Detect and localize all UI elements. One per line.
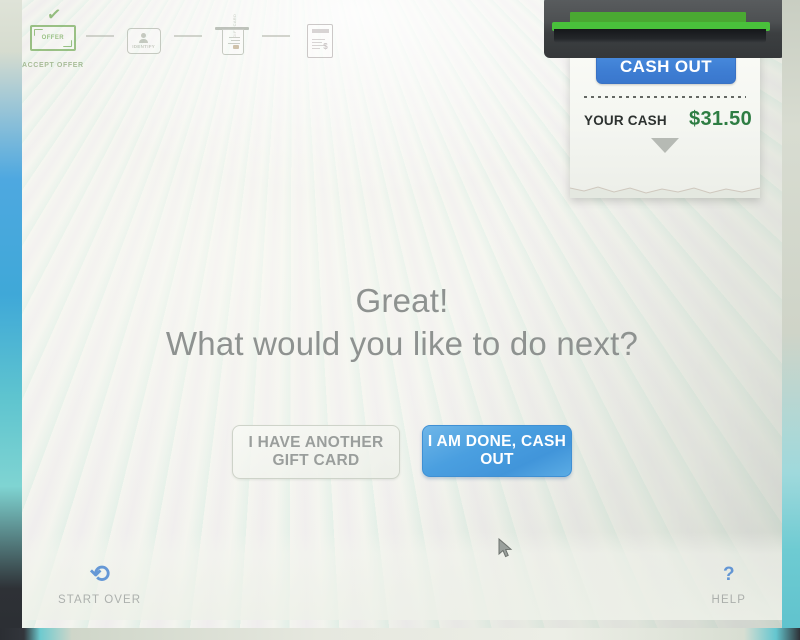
person-head-icon <box>141 33 147 38</box>
step-connector-2 <box>173 35 202 37</box>
your-cash-amount: $31.50 <box>689 108 752 130</box>
step-label-accept-offer: ACCEPT OFFER <box>22 61 84 69</box>
receipt-line <box>311 48 320 50</box>
gift-card-shape: GIFT CARD <box>221 14 244 55</box>
receipt-dashed-divider <box>584 96 746 98</box>
your-cash-label: YOUR CASH <box>584 113 667 128</box>
another-gift-card-button[interactable]: I HAVE ANOTHER GIFT CARD <box>232 425 400 479</box>
gift-card-slot-icon: GIFT CARD <box>204 14 260 61</box>
step-identify: IDENTIFY <box>116 21 172 65</box>
receipt-icon: $ <box>292 21 348 61</box>
help-button[interactable]: ? HELP <box>712 560 746 606</box>
footer-bar: ⟳ START OVER ? HELP <box>22 532 782 620</box>
help-label: HELP <box>711 594 746 606</box>
receipt-line <box>311 39 325 41</box>
start-over-button[interactable]: ⟳ START OVER <box>58 560 141 606</box>
step-connector-1 <box>85 35 114 37</box>
kiosk-screen: ✓ OFFER ACCEPT OFFER IDENTIFY GIFT CARD … <box>22 0 782 632</box>
person-body-icon <box>139 39 149 43</box>
identify-card-icon: IDENTIFY <box>116 21 172 61</box>
receipt-shape: $ <box>306 24 333 58</box>
step-connector-3 <box>261 35 290 37</box>
question-mark-icon: ? <box>722 564 735 585</box>
refresh-icon: ⟳ <box>89 561 110 588</box>
step-accept-offer: ✓ OFFER ACCEPT OFFER <box>22 4 84 69</box>
receipt-header-bar <box>311 29 329 33</box>
card-line <box>228 37 240 39</box>
done-cash-out-button[interactable]: I AM DONE, CASH OUT <box>422 425 572 477</box>
cash-out-receipt-panel: CASH OUT YOUR CASH $31.50 <box>570 38 760 198</box>
gift-card-label: GIFT CARD <box>231 13 237 38</box>
idcard-shape: IDENTIFY <box>126 28 161 54</box>
dollar-sign-icon: $ <box>323 42 328 51</box>
card-chip-icon <box>232 45 239 49</box>
headline-line-1: Great! <box>355 282 449 319</box>
headline-line-2: What would you like to do next? <box>165 325 639 363</box>
kiosk-bezel-right <box>782 0 800 640</box>
kiosk-bezel-left <box>0 0 22 640</box>
check-icon: ✓ <box>45 3 63 25</box>
slotcard-shape: GIFT CARD <box>214 14 249 57</box>
dispenser-mouth <box>554 29 766 43</box>
kiosk-photo: ✓ OFFER ACCEPT OFFER IDENTIFY GIFT CARD … <box>0 0 800 640</box>
bill-shape: OFFER <box>29 24 76 51</box>
card-line <box>230 40 240 42</box>
receipt-line <box>311 42 322 44</box>
kiosk-bezel-bottom <box>0 628 800 640</box>
start-over-label: START OVER <box>58 594 142 606</box>
progress-steps: ✓ OFFER ACCEPT OFFER IDENTIFY GIFT CARD … <box>22 4 352 78</box>
action-buttons: I HAVE ANOTHER GIFT CARD I AM DONE, CASH… <box>22 425 782 479</box>
main-message: Great! What would you like to do next? <box>22 280 782 365</box>
your-cash-row: YOUR CASH $31.50 <box>584 108 752 131</box>
bill-label: OFFER <box>41 34 64 41</box>
receipt-torn-edge <box>570 184 760 198</box>
chevron-down-icon[interactable] <box>651 138 679 153</box>
step-insert-gift-card: GIFT CARD <box>204 14 260 65</box>
idcard-label: IDENTIFY <box>132 44 156 49</box>
cash-out-button-label: CASH OUT <box>620 57 712 76</box>
dollar-bill-icon: ✓ OFFER <box>25 4 81 58</box>
step-receipt: $ <box>292 21 348 65</box>
cash-dispenser-slot <box>544 0 782 58</box>
